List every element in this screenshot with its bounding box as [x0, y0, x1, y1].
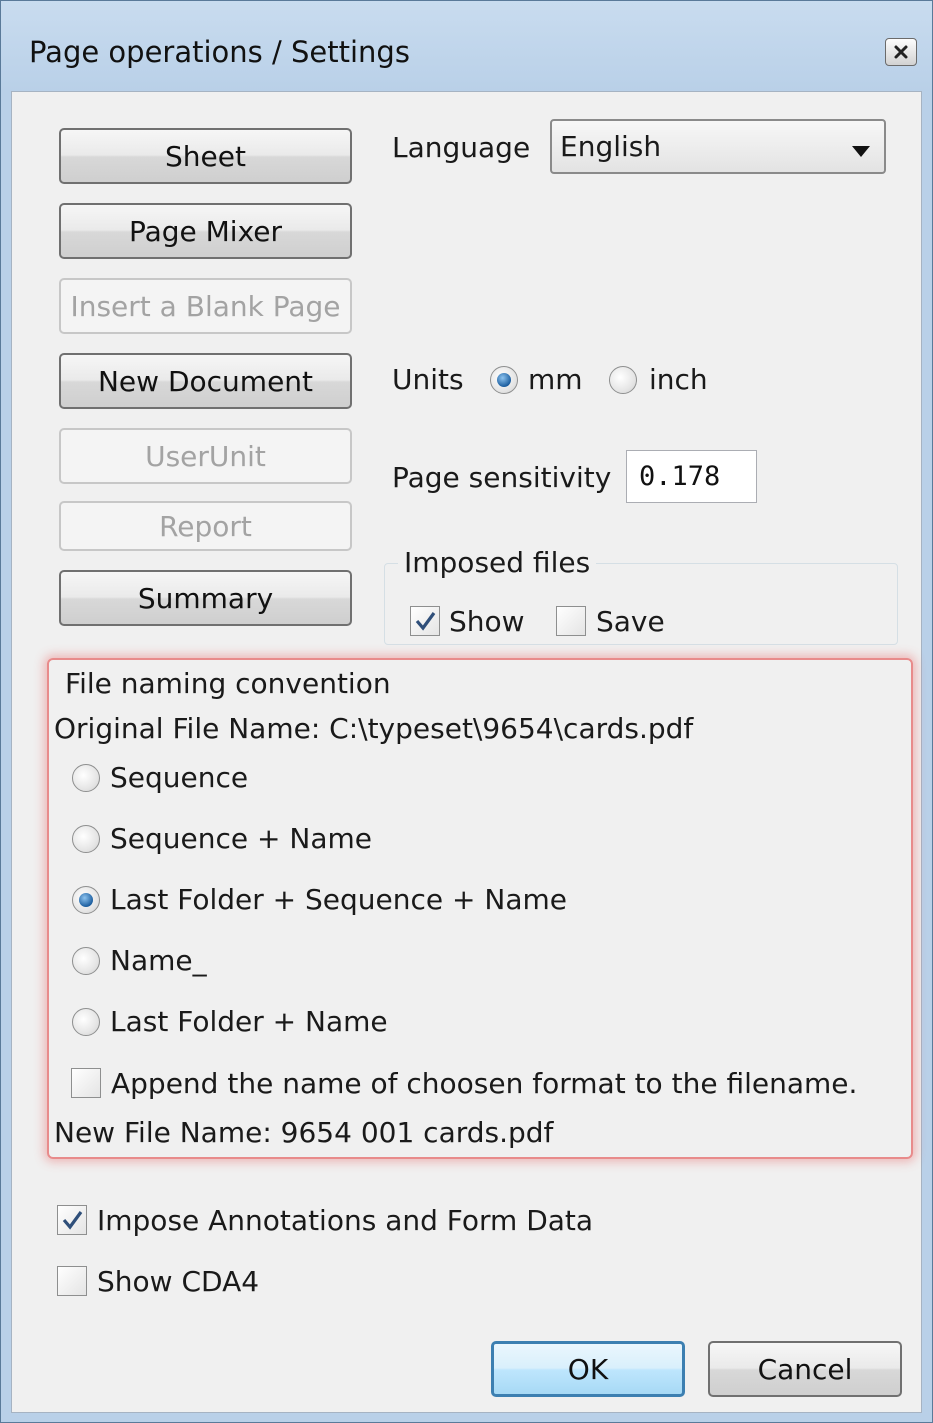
- close-button[interactable]: [885, 38, 917, 66]
- imposed-files-title: Imposed files: [398, 546, 597, 579]
- window-title: Page operations / Settings: [29, 35, 410, 69]
- language-select[interactable]: English: [550, 119, 886, 174]
- naming-option-radio-name[interactable]: [72, 947, 100, 975]
- cancel-button[interactable]: Cancel: [708, 1341, 902, 1397]
- units-mm-radio[interactable]: [490, 366, 518, 394]
- units-mm-label: mm: [528, 363, 583, 396]
- language-selected-value: English: [560, 130, 662, 163]
- imposed-show-label: Show: [449, 605, 525, 638]
- naming-option-label-lastfolder-name: Last Folder + Name: [110, 1005, 388, 1038]
- sheet-button[interactable]: Sheet: [59, 128, 352, 184]
- units-inch-radio[interactable]: [609, 366, 637, 394]
- naming-option-label-sequence-name: Sequence + Name: [110, 822, 372, 855]
- chevron-down-icon: [852, 142, 870, 161]
- naming-option-label-name: Name_: [110, 944, 207, 977]
- original-file-name: Original File Name: C:\typeset\9654\card…: [54, 712, 694, 745]
- report-button[interactable]: Report: [59, 501, 352, 551]
- show-cda4-label: Show CDA4: [97, 1265, 260, 1298]
- impose-annotations-checkbox[interactable]: [57, 1205, 87, 1235]
- checkmark-icon: [62, 1211, 83, 1230]
- naming-option-label-sequence: Sequence: [110, 761, 249, 794]
- page-sensitivity-input[interactable]: [627, 451, 756, 502]
- append-format-checkbox[interactable]: [71, 1068, 101, 1098]
- imposed-show-checkbox[interactable]: [410, 606, 440, 636]
- close-icon: [893, 44, 909, 60]
- checkmark-icon: [415, 612, 436, 631]
- imposed-save-label: Save: [596, 605, 665, 638]
- settings-dialog: Page operations / Settings Sheet Page Mi…: [0, 0, 933, 1423]
- page-sensitivity-label: Page sensitivity: [392, 461, 612, 494]
- page-sensitivity-field[interactable]: [626, 450, 757, 503]
- imposed-save-checkbox[interactable]: [556, 606, 586, 636]
- naming-option-radio-sequence[interactable]: [72, 764, 100, 792]
- new-file-name: New File Name: 9654 001 cards.pdf: [54, 1116, 554, 1149]
- impose-annotations-label: Impose Annotations and Form Data: [97, 1204, 594, 1237]
- ok-button[interactable]: OK: [491, 1341, 685, 1397]
- new-document-button[interactable]: New Document: [59, 353, 352, 409]
- file-naming-title: File naming convention: [59, 667, 397, 700]
- naming-option-label-lastfolder-sequence-name: Last Folder + Sequence + Name: [110, 883, 567, 916]
- units-inch-label: inch: [649, 363, 708, 396]
- naming-option-radio-lastfolder-name[interactable]: [72, 1008, 100, 1036]
- userunit-button[interactable]: UserUnit: [59, 428, 352, 484]
- summary-button[interactable]: Summary: [59, 570, 352, 626]
- units-label: Units: [392, 363, 464, 396]
- page-mixer-button[interactable]: Page Mixer: [59, 203, 352, 259]
- language-label: Language: [392, 131, 531, 164]
- append-format-label: Append the name of choosen format to the…: [111, 1067, 858, 1100]
- insert-blank-page-button[interactable]: Insert a Blank Page: [59, 278, 352, 334]
- show-cda4-checkbox[interactable]: [57, 1266, 87, 1296]
- naming-option-radio-sequence-name[interactable]: [72, 825, 100, 853]
- title-bar[interactable]: Page operations / Settings: [1, 1, 932, 91]
- naming-option-radio-lastfolder-sequence-name[interactable]: [72, 886, 100, 914]
